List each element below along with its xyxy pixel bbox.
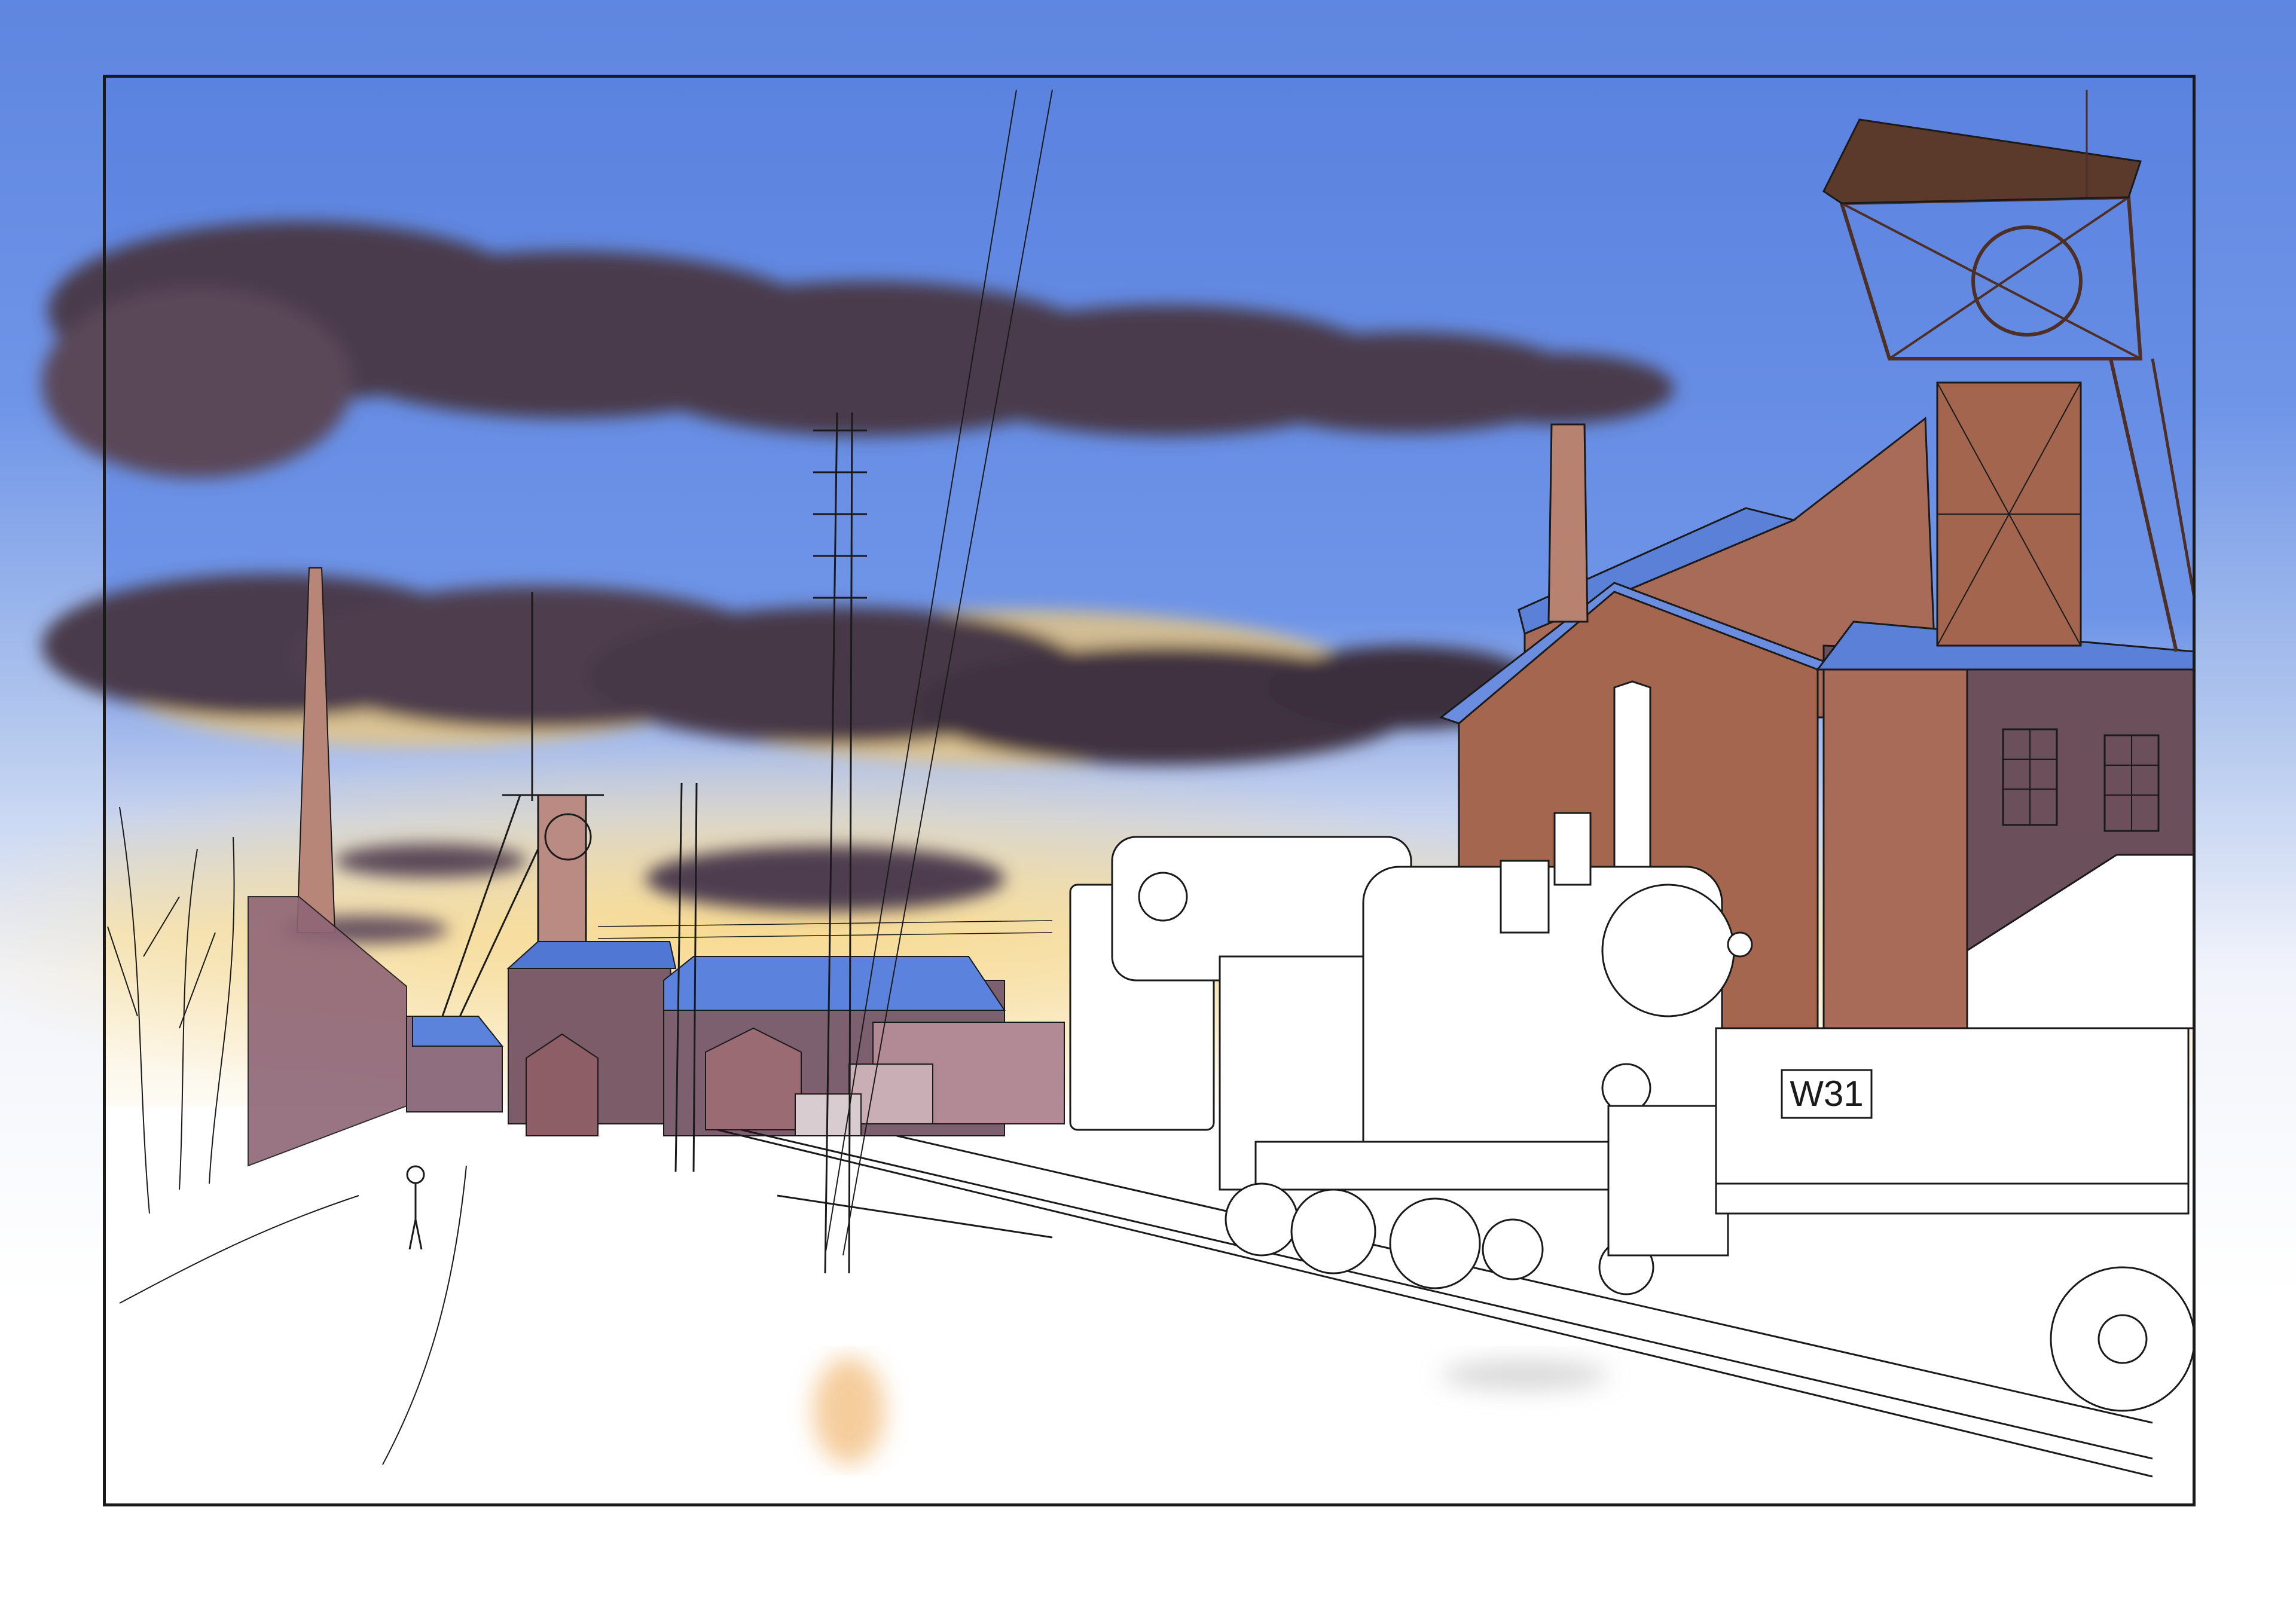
chimney-main [1547,423,1589,623]
wagon-plate-text: W31 [1790,1074,1863,1114]
illustration: W31 [0,75,2196,1506]
